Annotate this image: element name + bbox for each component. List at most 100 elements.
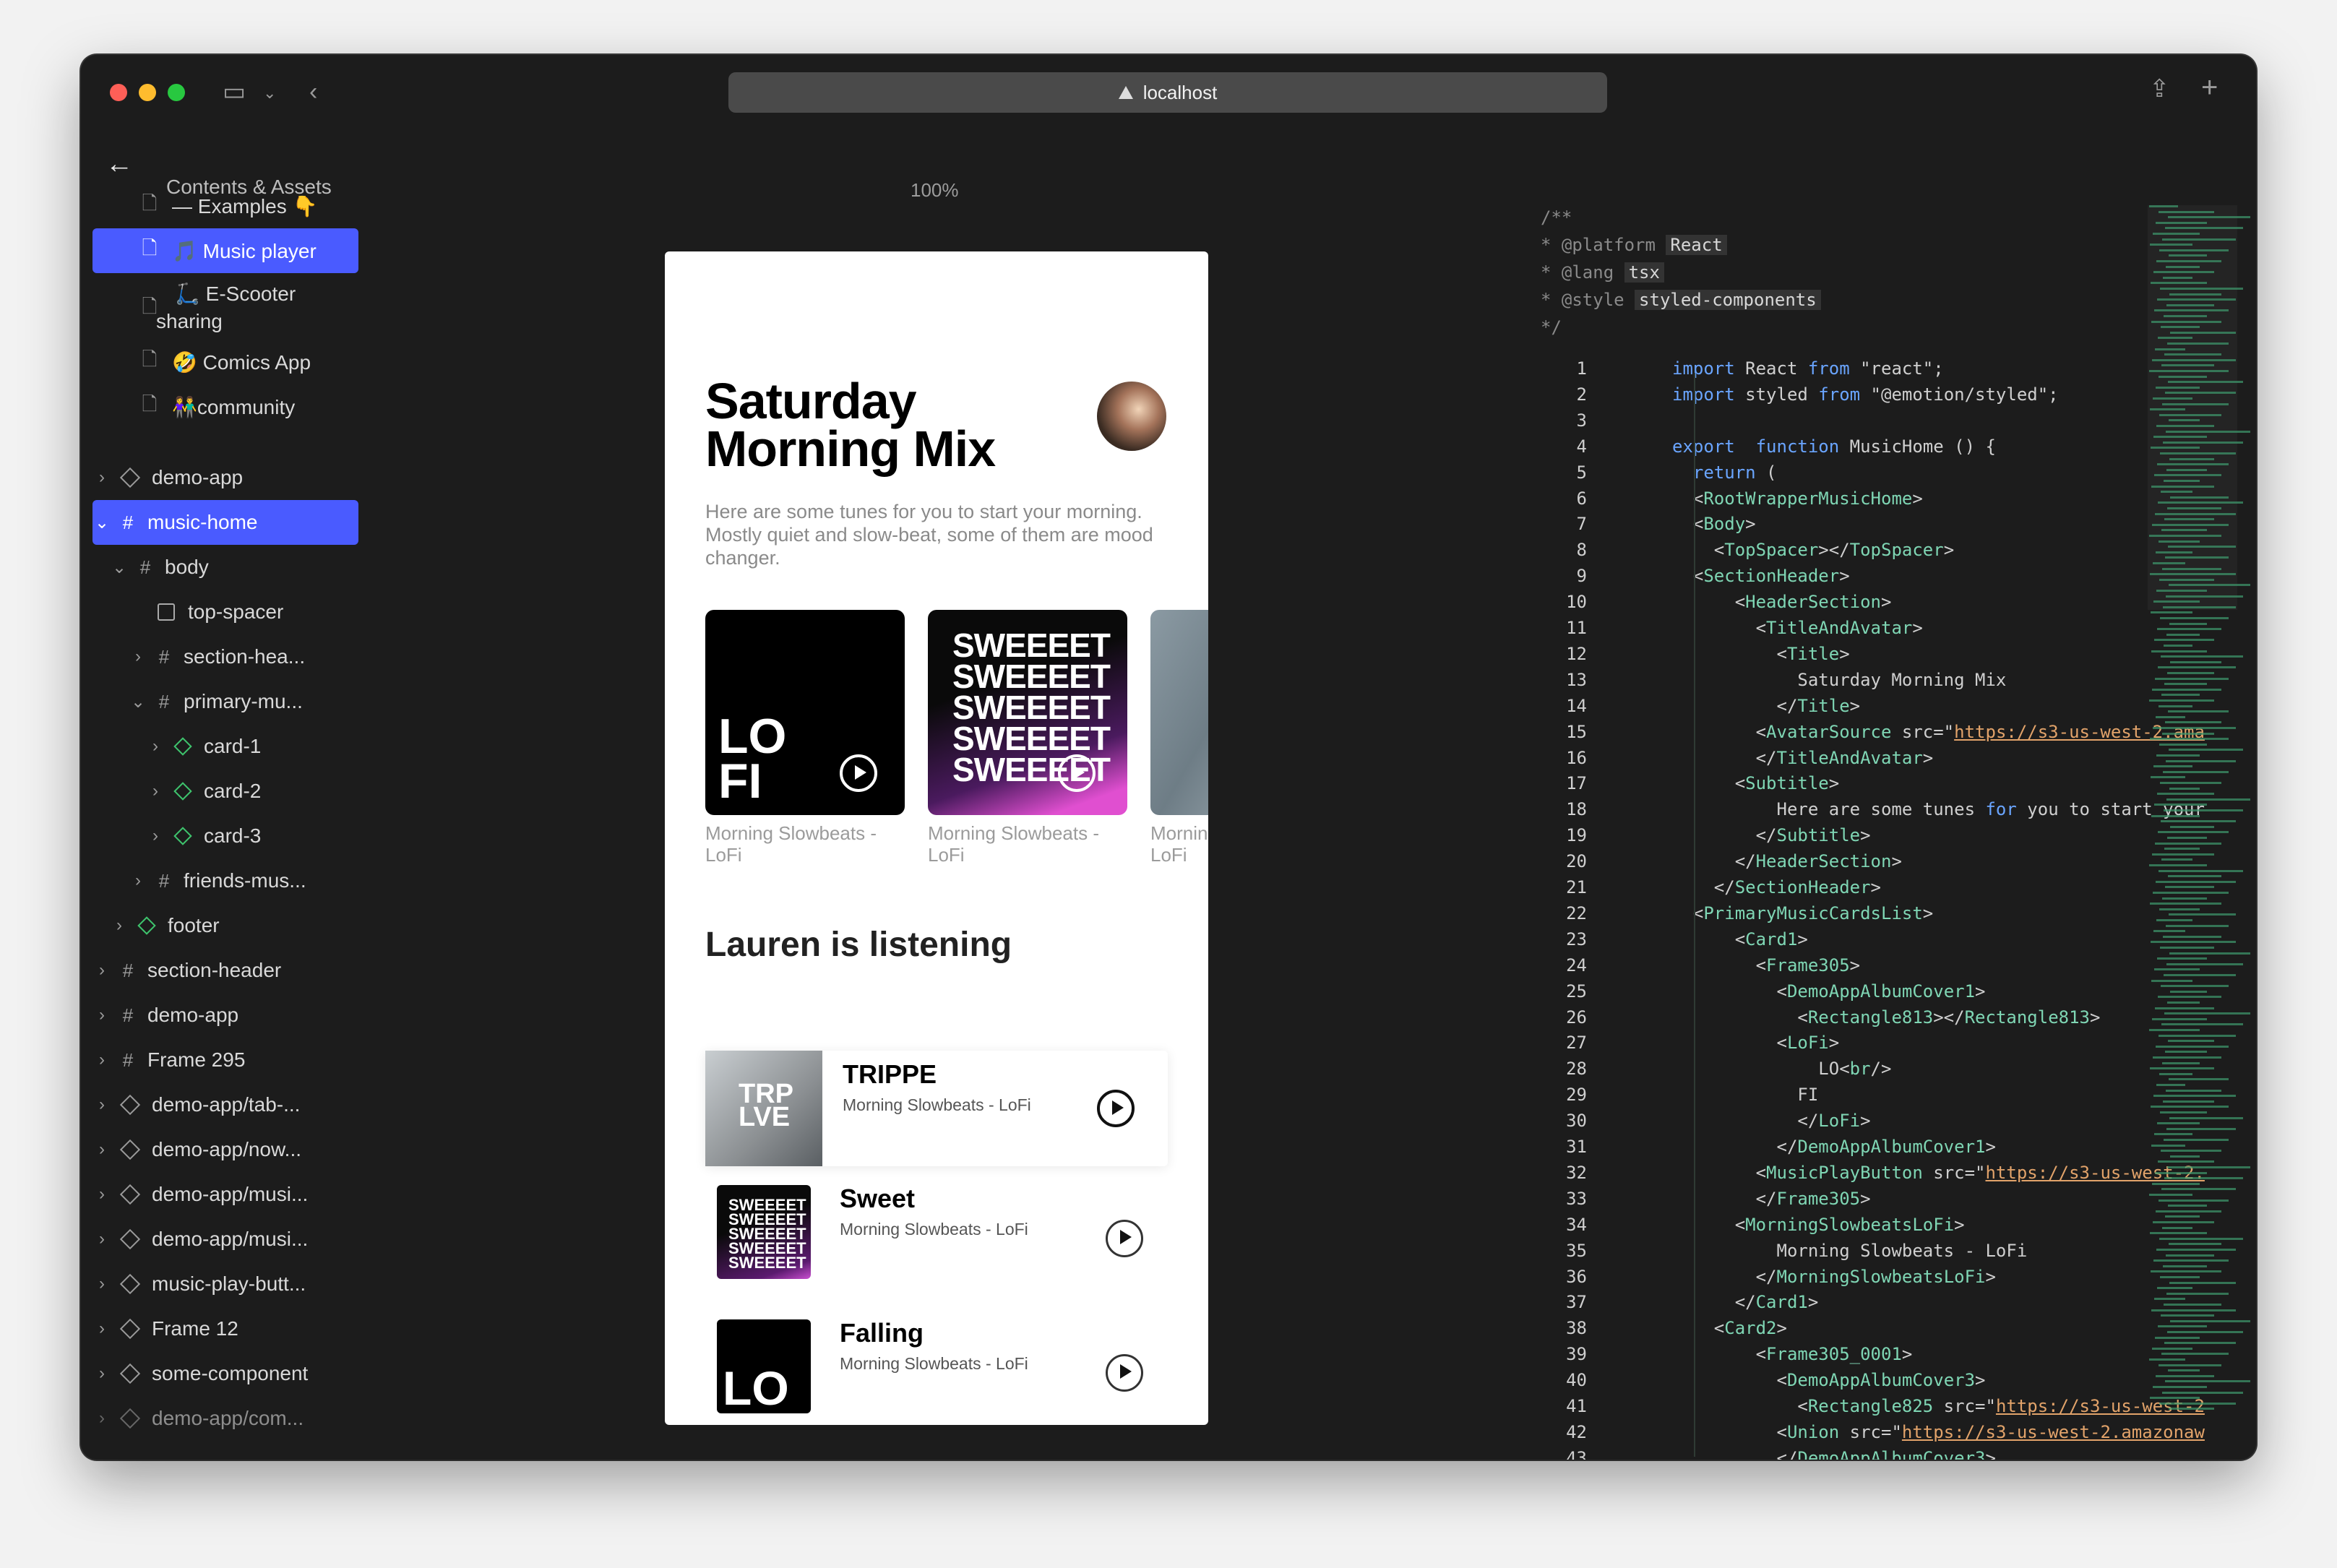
track-row[interactable]: SWEEEET SWEEEET SWEEEET SWEEEET SWEEEET Swee… <box>705 1179 1168 1295</box>
minimap-line <box>2168 381 2243 384</box>
chevron-right-icon[interactable]: › <box>92 1095 111 1115</box>
frame-icon: # <box>122 1004 134 1026</box>
minimap-line <box>2166 759 2236 762</box>
chevron-right-icon[interactable]: › <box>129 871 147 891</box>
play-icon[interactable] <box>1058 754 1096 792</box>
minimap-line <box>2169 622 2207 625</box>
new-tab-icon[interactable]: + <box>2201 73 2218 102</box>
layer-some-component[interactable]: › some-component <box>92 1351 358 1396</box>
code-line: </LoFi> <box>1672 1111 1871 1132</box>
chevron-right-icon[interactable]: › <box>92 1140 111 1160</box>
layer-demo-app-com[interactable]: › demo-app/com... <box>92 1396 358 1441</box>
layer-card-3[interactable]: › card-3 <box>92 814 358 858</box>
zoom-window-button[interactable] <box>168 84 185 101</box>
layer-primary-music[interactable]: ⌄ # primary-mu... <box>92 679 358 724</box>
chevron-right-icon[interactable]: › <box>92 1319 111 1339</box>
chevron-right-icon[interactable]: › <box>92 1229 111 1249</box>
chevron-right-icon[interactable]: › <box>92 1005 111 1025</box>
layer-music-play-button[interactable]: › music-play-butt... <box>92 1262 358 1306</box>
back-nav-icon[interactable]: ‹ <box>309 79 317 104</box>
layer-footer[interactable]: › footer <box>92 903 358 948</box>
line-number: 15 <box>1566 721 1587 742</box>
album-card-1[interactable]: LO FI Morning Slowbeats - LoFi <box>705 610 905 866</box>
minimap-line <box>2154 474 2221 477</box>
chevron-right-icon[interactable]: › <box>92 1364 111 1384</box>
sidebar: Contents & Assets 🗋 — Examples 👇 🗋 🎵 Music… <box>81 178 384 1460</box>
address-bar[interactable]: localhost <box>728 72 1607 113</box>
code-line: </Title> <box>1672 695 1861 716</box>
chevron-right-icon[interactable]: › <box>92 1050 111 1070</box>
chevron-down-icon[interactable]: ⌄ <box>92 512 111 533</box>
chevron-down-icon[interactable]: ⌄ <box>129 692 147 712</box>
chevron-right-icon[interactable]: › <box>92 1408 111 1429</box>
chevron-right-icon[interactable]: › <box>110 916 129 936</box>
share-icon[interactable]: ⇪ <box>2149 77 2170 101</box>
code-line: </TitleAndAvatar> <box>1672 747 1934 768</box>
component-icon <box>119 1363 141 1384</box>
layer-section-header-root[interactable]: › # section-header <box>92 948 358 993</box>
code-panel[interactable]: /** * @platform React * @lang tsx * @sty… <box>1526 149 2256 1460</box>
layer-card-2[interactable]: › card-2 <box>92 769 358 814</box>
frame-icon: # <box>158 645 170 668</box>
page-icon: 🗋 <box>142 348 158 370</box>
minimap-line <box>2170 496 2229 499</box>
chevron-right-icon[interactable]: › <box>92 468 111 488</box>
minimap-line <box>2155 677 2229 680</box>
chevron-right-icon[interactable]: › <box>92 1184 111 1205</box>
album-card-3[interactable]: Mornin LoFi <box>1150 610 1208 866</box>
code-line: export function MusicHome () { <box>1672 436 1996 457</box>
minimap-line <box>2161 1188 2236 1191</box>
track-cover: LO <box>717 1319 811 1413</box>
layer-music-home[interactable]: ⌄ # music-home <box>92 500 358 545</box>
sidebar-item-e-scooter[interactable]: 🗋 🛴 E-Scooter sharing <box>92 272 358 337</box>
minimap-line <box>2156 754 2200 757</box>
chevron-right-icon[interactable]: › <box>146 826 165 846</box>
chevron-down-icon[interactable]: ⌄ <box>263 81 276 105</box>
play-icon[interactable] <box>1106 1354 1143 1392</box>
code-minimap[interactable] <box>2149 205 2250 1448</box>
minimap-line <box>2168 875 2221 878</box>
close-window-button[interactable] <box>110 84 127 101</box>
sidebar-toggle-icon[interactable]: ▭ <box>223 79 246 104</box>
chevron-right-icon[interactable]: › <box>92 1274 111 1294</box>
track-row[interactable]: LO Falling Morning Slowbeats - LoFi <box>705 1314 1168 1425</box>
back-arrow-icon[interactable]: ← <box>106 149 133 180</box>
chevron-right-icon[interactable]: › <box>146 736 165 757</box>
code-line: LO<br/> <box>1672 1059 1892 1080</box>
layer-top-spacer[interactable]: top-spacer <box>92 590 358 634</box>
zoom-level[interactable]: 100% <box>911 179 959 202</box>
avatar[interactable] <box>1097 382 1166 451</box>
minimap-line <box>2159 375 2207 378</box>
chevron-right-icon[interactable]: › <box>146 781 165 801</box>
track-title: TRIPPE <box>843 1059 937 1089</box>
sidebar-item-community[interactable]: 🗋 👫community <box>92 384 358 429</box>
chevron-right-icon[interactable]: › <box>129 647 147 667</box>
layer-section-header[interactable]: › # section-hea... <box>92 634 358 679</box>
minimize-window-button[interactable] <box>139 84 156 101</box>
chevron-down-icon[interactable]: ⌄ <box>110 557 129 578</box>
layer-demo-app-musi-2[interactable]: › demo-app/musi... <box>92 1217 358 1262</box>
minimap-line <box>2163 441 2243 444</box>
sidebar-item-comics-app[interactable]: 🗋 🤣 Comics App <box>92 340 358 384</box>
layer-friends-music[interactable]: › # friends-mus... <box>92 858 358 903</box>
layer-demo-app-frame[interactable]: › # demo-app <box>92 993 358 1038</box>
play-icon[interactable] <box>1106 1220 1143 1257</box>
layer-demo-app-tab[interactable]: › demo-app/tab-... <box>92 1082 358 1127</box>
minimap-line <box>2156 221 2207 224</box>
sidebar-item-examples[interactable]: 🗋 — Examples 👇 <box>92 184 358 228</box>
layer-frame-12[interactable]: › Frame 12 <box>92 1306 358 1351</box>
layer-card-1[interactable]: › card-1 <box>92 724 358 769</box>
play-icon[interactable] <box>840 754 877 792</box>
layer-body[interactable]: ⌄ # body <box>92 545 358 590</box>
track-row[interactable]: TRP LVE TRIPPE Morning Slowbeats - LoFi <box>705 1051 1168 1166</box>
layer-demo-app[interactable]: › demo-app <box>92 455 358 500</box>
layer-demo-app-now[interactable]: › demo-app/now... <box>92 1127 358 1172</box>
minimap-line <box>2155 1336 2200 1339</box>
album-card-2[interactable]: SWEEEET SWEEEET SWEEEET SWEEEET SWEEEET Morn… <box>928 610 1127 866</box>
chevron-right-icon[interactable]: › <box>92 960 111 981</box>
minimap-line <box>2150 903 2221 905</box>
sidebar-item-music-player[interactable]: 🗋 🎵 Music player <box>92 228 358 273</box>
layer-frame-295[interactable]: › # Frame 295 <box>92 1038 358 1082</box>
layer-demo-app-musi-1[interactable]: › demo-app/musi... <box>92 1172 358 1217</box>
play-icon[interactable] <box>1097 1090 1135 1127</box>
